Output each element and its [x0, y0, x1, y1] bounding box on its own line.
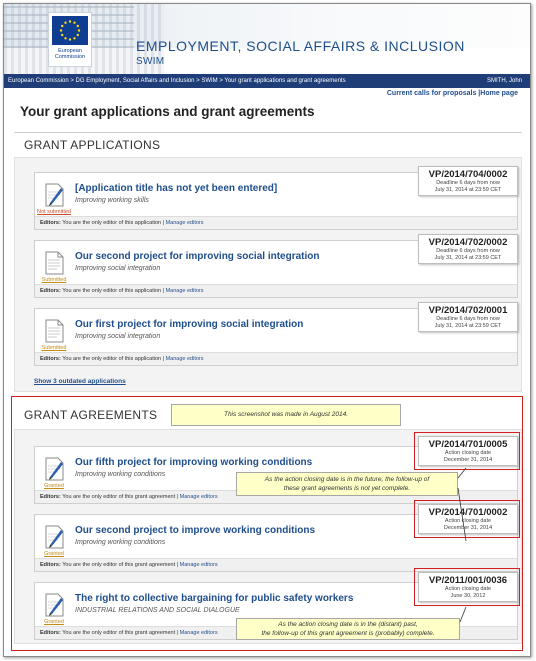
annotation-leaders	[457, 467, 467, 623]
screenshot-frame: European Commission EMPLOYMENT, SOCIAL A…	[3, 3, 531, 657]
